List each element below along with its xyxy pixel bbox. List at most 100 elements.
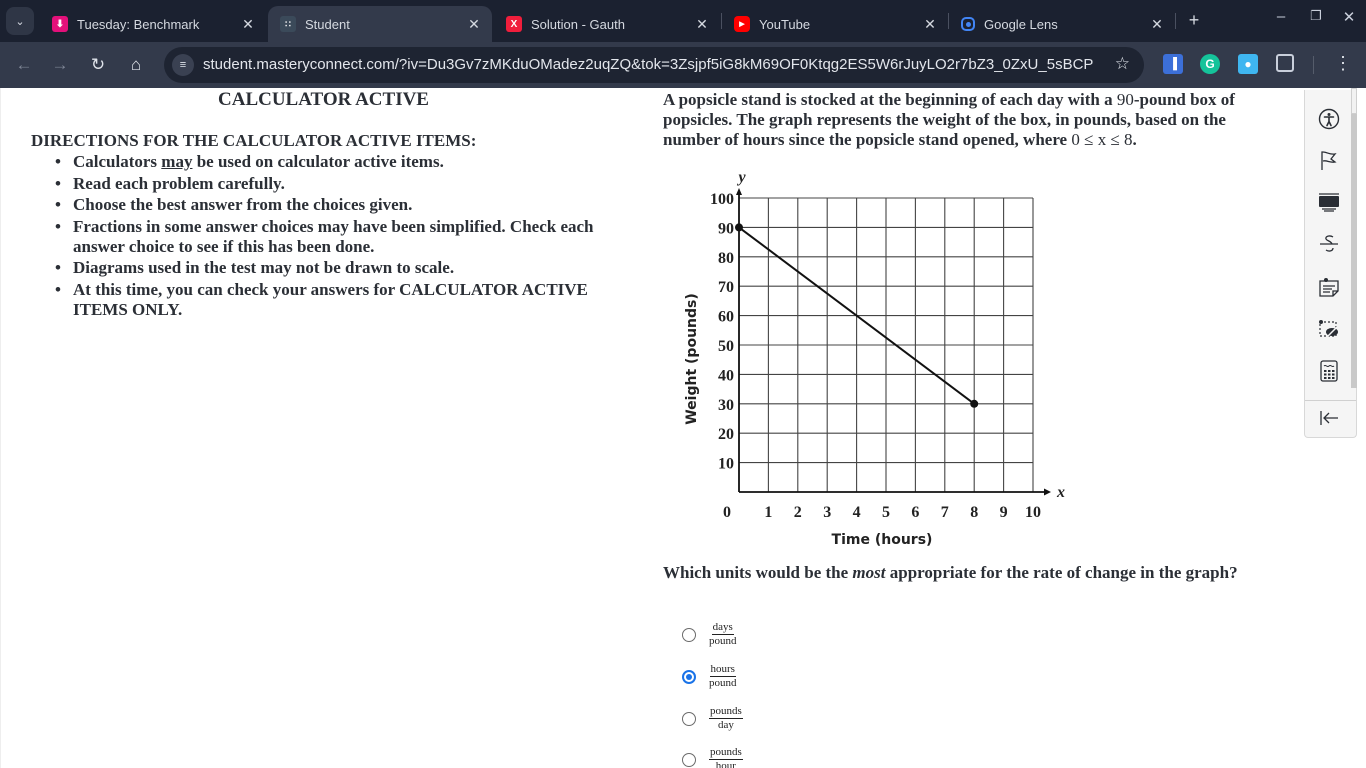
question-stem: A popsicle stand is stocked at the begin… <box>663 90 1235 149</box>
y-tick-label: 80 <box>718 250 734 267</box>
tab-strip: ⌄ ⬇ Tuesday: Benchmark ✕ ∷ Student ✕ X S… <box>0 0 1366 42</box>
bookmark-star-icon[interactable]: ☆ <box>1115 54 1130 74</box>
close-tab-icon[interactable]: ✕ <box>240 16 256 33</box>
tools-scrollbar[interactable] <box>1351 88 1357 388</box>
masking-icon[interactable] <box>1317 317 1341 341</box>
x-tick-label: 1 <box>764 504 772 521</box>
directions-heading: DIRECTIONS FOR THE CALCULATOR ACTIVE ITE… <box>31 131 477 150</box>
back-icon[interactable]: ← <box>12 54 36 76</box>
y-axis-title: Weight (pounds) <box>684 293 700 425</box>
tab-google-lens[interactable]: Google Lens ✕ <box>949 6 1175 42</box>
reload-icon[interactable]: ↻ <box>86 54 110 76</box>
reader-extension-icon[interactable]: ▐ <box>1163 54 1183 74</box>
close-tab-icon[interactable]: ✕ <box>1149 16 1165 33</box>
directions-list: Calculators may be used on calculator ac… <box>53 152 613 321</box>
answer-choice-a[interactable]: days pound <box>682 622 737 647</box>
chevron-down-icon: ⌄ <box>15 15 25 28</box>
extensions-puzzle-icon[interactable] <box>1276 54 1294 72</box>
x-axis-arrow <box>1044 488 1051 496</box>
y-tick-label: 30 <box>718 397 734 414</box>
collapse-panel-icon[interactable] <box>1317 406 1341 430</box>
notepad-icon[interactable] <box>1317 275 1341 299</box>
x-tick-label: 0 <box>723 504 731 521</box>
tools-scrollbar-thumb[interactable] <box>1351 88 1357 114</box>
directions-item: At this time, you can check your answers… <box>53 280 613 320</box>
radio-button[interactable] <box>682 669 696 684</box>
line-reader-icon[interactable] <box>1317 190 1341 214</box>
close-tab-icon[interactable]: ✕ <box>466 16 482 33</box>
y-tick-label: 70 <box>718 279 734 296</box>
restore-icon[interactable]: ❐ <box>1303 8 1329 24</box>
data-point <box>970 399 979 408</box>
line-graph: 10 20 30 40 50 60 70 80 90 100 0 1 2 3 4 5 6 7 8 9 10 x y Time … <box>684 169 1065 548</box>
assessment-page: CALCULATOR ACTIVE DIRECTIONS FOR THE CAL… <box>0 88 1366 768</box>
tab-youtube[interactable]: ▶ YouTube ✕ <box>722 6 948 42</box>
tab-gauth[interactable]: X Solution - Gauth ✕ <box>494 6 720 42</box>
y-variable-label: y <box>736 169 746 186</box>
screencast-extension-icon[interactable]: ● <box>1238 54 1258 74</box>
tools-divider <box>1305 400 1356 401</box>
fraction: days pound <box>709 621 737 647</box>
x-variable-label: x <box>1056 484 1065 501</box>
tab-title: Tuesday: Benchmark <box>77 16 200 32</box>
tools-panel <box>1304 90 1357 438</box>
section-heading: CALCULATOR ACTIVE <box>218 89 429 110</box>
radio-button[interactable] <box>682 752 696 767</box>
fraction: pounds hour <box>709 746 743 768</box>
close-tab-icon[interactable]: ✕ <box>694 16 710 33</box>
browser-menu-icon[interactable]: ⋮ <box>1334 53 1352 74</box>
x-tick-label: 9 <box>1000 504 1008 521</box>
tab-title: Google Lens <box>984 16 1058 32</box>
tab-student[interactable]: ∷ Student ✕ <box>268 6 492 42</box>
window-close-icon[interactable]: ✕ <box>1336 8 1362 26</box>
new-tab-button[interactable]: + <box>1184 10 1204 31</box>
accessibility-icon[interactable] <box>1317 107 1341 131</box>
fraction: pounds day <box>709 705 743 731</box>
y-tick-label: 20 <box>718 426 734 443</box>
forward-icon[interactable]: → <box>48 54 72 76</box>
x-axis-title: Time (hours) <box>832 532 933 548</box>
tab-separator <box>1175 13 1176 29</box>
y-tick-label: 50 <box>718 338 734 355</box>
y-axis-arrow <box>736 188 742 195</box>
tab-title: Solution - Gauth <box>531 16 625 32</box>
tab-tuesday-benchmark[interactable]: ⬇ Tuesday: Benchmark ✕ <box>40 6 266 42</box>
question-prompt: Which units would be the most appropriat… <box>663 563 1238 582</box>
radio-button[interactable] <box>682 627 696 642</box>
y-tick-label: 40 <box>718 367 734 384</box>
tab-title: Student <box>305 16 350 32</box>
answer-choice-d[interactable]: pounds hour <box>682 747 743 768</box>
close-tab-icon[interactable]: ✕ <box>922 16 938 33</box>
masteryconnect-icon: ∷ <box>280 16 296 32</box>
y-tick-label: 60 <box>718 309 734 326</box>
fraction: hours pound <box>709 663 737 689</box>
tab-title: YouTube <box>759 16 811 32</box>
y-tick-label: 10 <box>718 456 734 473</box>
tab-search-button[interactable]: ⌄ <box>6 7 34 35</box>
minimize-icon[interactable]: – <box>1268 8 1294 25</box>
y-tick-label: 100 <box>710 191 734 208</box>
site-info-icon[interactable]: ≡ <box>172 54 194 76</box>
url-text[interactable]: student.masteryconnect.com/?iv=Du3Gv7zMK… <box>203 56 1093 73</box>
gauth-icon: X <box>506 16 522 32</box>
flag-icon[interactable] <box>1317 148 1341 172</box>
radio-button[interactable] <box>682 711 696 726</box>
data-point <box>735 223 743 232</box>
answer-choice-c[interactable]: pounds day <box>682 706 743 731</box>
directions-item: Diagrams used in the test may not be dra… <box>53 258 613 278</box>
x-tick-label: 2 <box>794 504 802 521</box>
grammarly-icon[interactable]: G <box>1200 54 1220 74</box>
y-tick-label: 90 <box>718 220 734 237</box>
answer-choice-b[interactable]: hours pound <box>682 664 737 689</box>
x-tick-label: 6 <box>911 504 919 521</box>
strikethrough-icon[interactable] <box>1317 232 1341 256</box>
google-lens-icon <box>961 17 975 31</box>
address-bar[interactable]: ≡ student.masteryconnect.com/?iv=Du3Gv7z… <box>164 47 1144 83</box>
classroom-icon: ⬇ <box>52 16 68 32</box>
x-tick-label: 7 <box>941 504 949 521</box>
calculator-icon[interactable] <box>1317 359 1341 383</box>
x-tick-label: 10 <box>1025 504 1041 521</box>
home-icon[interactable]: ⌂ <box>124 54 148 76</box>
toolbar-separator <box>1313 56 1314 74</box>
x-tick-label: 5 <box>882 504 890 521</box>
